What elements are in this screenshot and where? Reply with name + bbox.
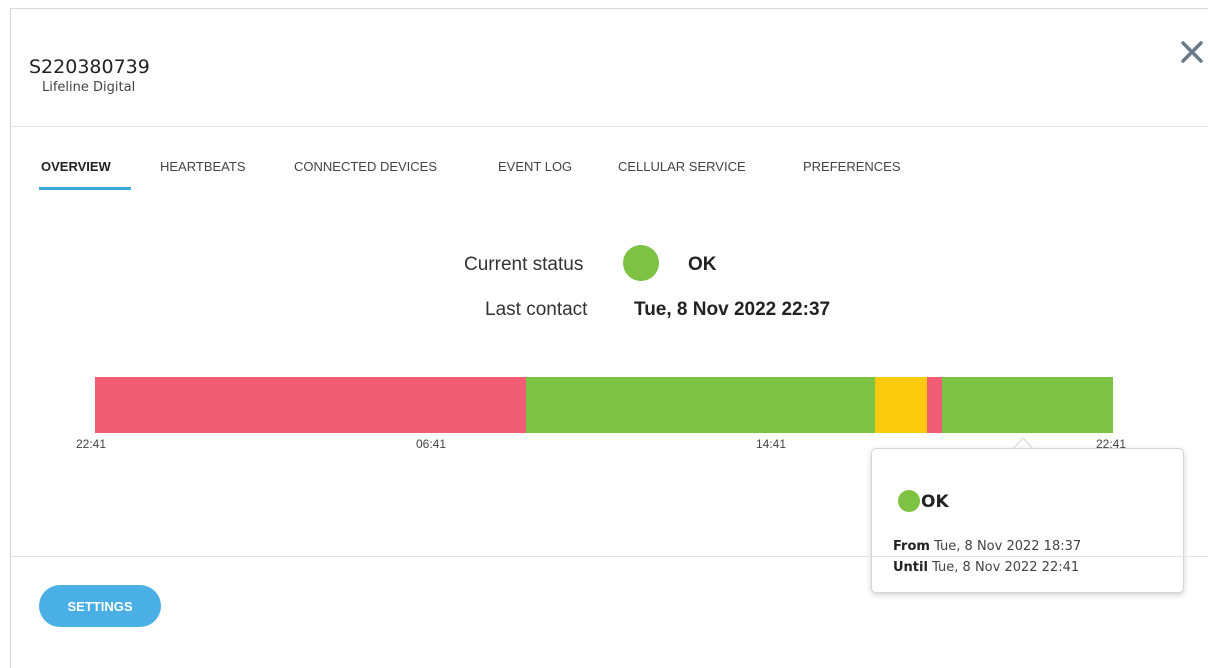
timeline-segment-ok[interactable] bbox=[526, 377, 875, 433]
tooltip-until: Until Tue, 8 Nov 2022 22:41 bbox=[893, 560, 1079, 575]
device-id: S220380739 bbox=[29, 56, 150, 78]
status-timeline bbox=[95, 377, 1113, 433]
footer-divider bbox=[11, 556, 1208, 557]
current-status-row: Current status OK bbox=[11, 245, 1208, 281]
tab-preferences[interactable]: PREFERENCES bbox=[803, 159, 901, 174]
active-tab-indicator bbox=[39, 187, 131, 190]
settings-button[interactable]: SETTINGS bbox=[39, 585, 161, 627]
timeline-tick: 14:41 bbox=[756, 437, 787, 451]
timeline-tick: 06:41 bbox=[416, 437, 447, 451]
last-contact-label: Last contact bbox=[485, 299, 588, 320]
current-status-value: OK bbox=[688, 254, 717, 275]
timeline-segment-warning[interactable] bbox=[875, 377, 927, 433]
close-button[interactable] bbox=[1179, 39, 1205, 65]
tab-event-log[interactable]: EVENT LOG bbox=[498, 159, 572, 174]
tooltip-status-icon bbox=[898, 490, 920, 512]
tooltip-from-value: Tue, 8 Nov 2022 18:37 bbox=[934, 539, 1082, 554]
dialog-header: S220380739 Lifeline Digital bbox=[11, 9, 1208, 127]
tab-heartbeats[interactable]: HEARTBEATS bbox=[160, 159, 245, 174]
current-status-label: Current status bbox=[464, 254, 584, 275]
tab-bar: OVERVIEW HEARTBEATS CONNECTED DEVICES EV… bbox=[11, 127, 1208, 190]
tooltip-until-label: Until bbox=[893, 560, 928, 575]
last-contact-value: Tue, 8 Nov 2022 22:37 bbox=[634, 299, 831, 320]
device-dialog: S220380739 Lifeline Digital OVERVIEW HEA… bbox=[10, 8, 1208, 668]
tab-connected-devices[interactable]: CONNECTED DEVICES bbox=[294, 159, 437, 174]
timeline-tick: 22:41 bbox=[76, 437, 107, 451]
tab-overview[interactable]: OVERVIEW bbox=[41, 159, 111, 174]
tooltip-until-value: Tue, 8 Nov 2022 22:41 bbox=[932, 560, 1080, 575]
close-icon bbox=[1181, 41, 1203, 63]
last-contact-row: Last contact Tue, 8 Nov 2022 22:37 bbox=[11, 299, 1208, 329]
tab-cellular-service[interactable]: CELLULAR SERVICE bbox=[618, 159, 746, 174]
tooltip-status: OK bbox=[921, 492, 949, 512]
timeline-segment-error[interactable] bbox=[927, 377, 942, 433]
segment-tooltip: OK From Tue, 8 Nov 2022 18:37 Until Tue,… bbox=[871, 448, 1184, 593]
tooltip-from: From Tue, 8 Nov 2022 18:37 bbox=[893, 539, 1081, 554]
timeline-segment-ok[interactable] bbox=[942, 377, 1113, 433]
timeline-segment-error[interactable] bbox=[95, 377, 526, 433]
tooltip-from-label: From bbox=[893, 539, 930, 554]
status-indicator-icon bbox=[623, 245, 659, 281]
device-type: Lifeline Digital bbox=[42, 80, 136, 95]
